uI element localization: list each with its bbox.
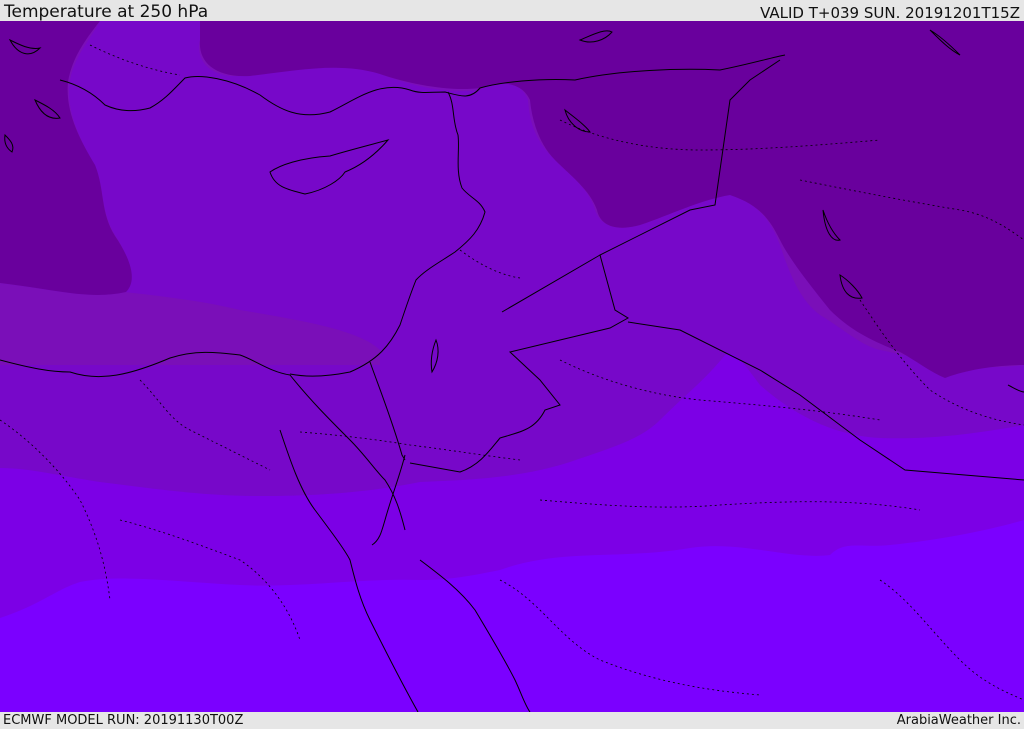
map-title: Temperature at 250 hPa [4,2,209,22]
model-run-label: ECMWF MODEL RUN: 20191130T00Z [3,713,244,728]
header-bar: Temperature at 250 hPa VALID T+039 SUN. … [0,0,1024,22]
temperature-map[interactable] [0,21,1024,712]
valid-time: VALID T+039 SUN. 20191201T15Z [760,4,1020,22]
footer-bar: ECMWF MODEL RUN: 20191130T00Z ArabiaWeat… [0,712,1024,729]
credit-label: ArabiaWeather Inc. [896,713,1021,728]
